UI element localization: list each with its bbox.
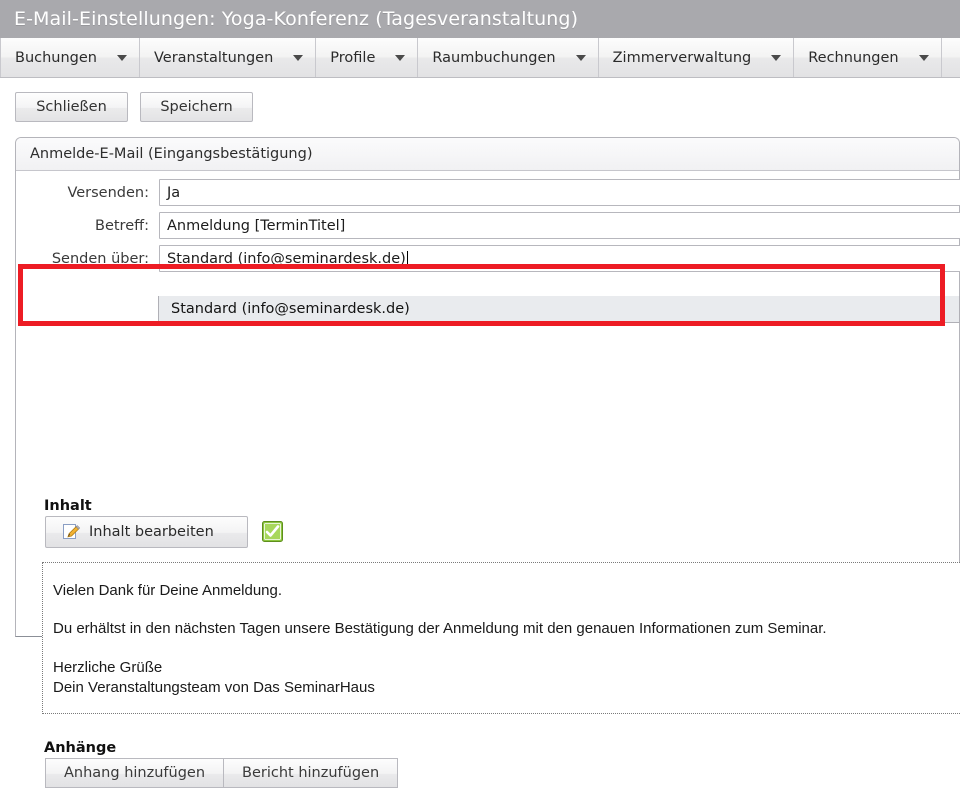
chevron-down-icon <box>575 54 586 61</box>
dropdown-option[interactable]: Standard (info@seminardesk.de) <box>159 296 959 322</box>
menu-item-label: Zimmerverwaltung <box>612 49 752 66</box>
chevron-down-icon <box>293 54 304 61</box>
menu-item-zimmerverwaltung[interactable]: Zimmerverwaltung <box>599 38 795 77</box>
panel-header: Anmelde-E-Mail (Eingangsbestätigung) <box>16 138 959 171</box>
save-button-label: Speichern <box>160 99 233 115</box>
senden-ueber-value: Standard (info@seminardesk.de) <box>167 250 406 267</box>
chevron-down-icon <box>395 54 406 61</box>
email-settings-panel: Anmelde-E-Mail (Eingangsbestätigung) Ver… <box>15 137 960 788</box>
chevron-down-icon <box>918 54 929 61</box>
field-row-versenden: Versenden: Ja <box>16 176 960 209</box>
menu-item-raumbuchungen[interactable]: Raumbuchungen <box>418 38 599 77</box>
panel-body: Versenden: Ja Betreff: Anmeldung [Termin… <box>16 171 960 788</box>
attachment-buttons: Anhang hinzufügen Bericht hinzufügen <box>45 758 399 788</box>
versenden-label: Versenden: <box>67 184 149 201</box>
edit-content-button-label: Inhalt bearbeiten <box>89 524 214 540</box>
main-menubar: Buchungen Veranstaltungen Profile Raumbu… <box>0 38 960 78</box>
menu-item-label: Rechnungen <box>808 49 899 66</box>
menu-item-veranstaltungen[interactable]: Veranstaltungen <box>140 38 317 77</box>
betreff-label: Betreff: <box>95 217 149 234</box>
menu-item-label: Veranstaltungen <box>154 49 274 66</box>
close-button-label: Schließen <box>36 99 107 115</box>
senden-ueber-combobox[interactable]: Standard (info@seminardesk.de) <box>159 245 960 272</box>
edit-content-button[interactable]: Inhalt bearbeiten <box>45 516 248 548</box>
green-check-icon[interactable] <box>262 521 283 542</box>
inhalt-section-label: Inhalt <box>44 498 92 514</box>
field-row-senden-ueber: Senden über: Standard (info@seminardesk.… <box>16 242 960 275</box>
add-attachment-label: Anhang hinzufügen <box>64 765 206 781</box>
form-toolbar: Schließen Speichern <box>0 79 960 135</box>
menu-item-label: Raumbuchungen <box>432 49 556 66</box>
preview-line-1: Vielen Dank für Deine Anmeldung. <box>53 582 283 599</box>
page-pencil-icon <box>62 523 81 541</box>
menu-item-profile[interactable]: Profile <box>316 38 419 77</box>
anhaenge-section-label: Anhänge <box>44 740 117 756</box>
versenden-input[interactable]: Ja <box>159 179 960 206</box>
preview-line-4: Dein Veranstaltungsteam von Das SeminarH… <box>53 678 375 696</box>
page-title: E-Mail-Einstellungen: Yoga-Konferenz (Ta… <box>14 8 579 30</box>
preview-line-2: Du erhältst in den nächsten Tagen unsere… <box>53 620 827 638</box>
preview-line-3: Herzliche Grüße <box>53 658 163 676</box>
add-attachment-button[interactable]: Anhang hinzufügen <box>45 758 225 788</box>
menu-item-buchungen[interactable]: Buchungen <box>0 38 140 77</box>
add-report-button[interactable]: Bericht hinzufügen <box>223 758 399 788</box>
menu-item-rechnungen[interactable]: Rechnungen <box>794 38 942 77</box>
betreff-value: Anmeldung [TerminTitel] <box>167 217 346 234</box>
field-row-betreff: Betreff: Anmeldung [TerminTitel] <box>16 209 960 242</box>
add-report-label: Bericht hinzufügen <box>242 765 380 781</box>
menu-item-label: Profile <box>330 49 376 66</box>
versenden-value: Ja <box>167 184 181 201</box>
email-content-preview[interactable]: Vielen Dank für Deine Anmeldung. Du erhä… <box>42 562 960 714</box>
senden-ueber-dropdown-list[interactable]: Standard (info@seminardesk.de) <box>158 296 960 323</box>
text-cursor <box>406 250 408 267</box>
close-button[interactable]: Schließen <box>15 92 128 122</box>
senden-ueber-label: Senden über: <box>51 250 149 267</box>
chevron-down-icon <box>771 54 782 61</box>
panel-header-label: Anmelde-E-Mail (Eingangsbestätigung) <box>30 146 313 162</box>
menu-item-label: Buchungen <box>15 49 97 66</box>
save-button[interactable]: Speichern <box>140 92 253 122</box>
window-titlebar: E-Mail-Einstellungen: Yoga-Konferenz (Ta… <box>0 0 960 38</box>
chevron-down-icon <box>117 54 127 61</box>
betreff-input[interactable]: Anmeldung [TerminTitel] <box>159 212 960 239</box>
